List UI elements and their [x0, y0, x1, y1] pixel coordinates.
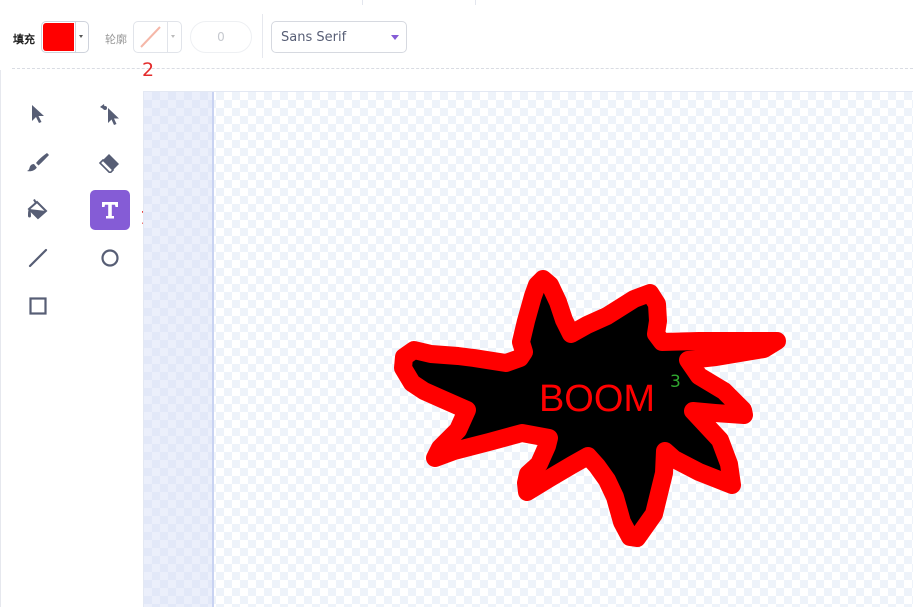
- chevron-down-icon: [391, 35, 399, 40]
- text-icon: [102, 202, 118, 219]
- top-tick: [475, 0, 476, 5]
- tool-eraser[interactable]: [90, 142, 130, 182]
- tool-circle[interactable]: [90, 238, 130, 278]
- reshape-icon: [100, 104, 119, 125]
- tool-rectangle[interactable]: [18, 286, 58, 326]
- no-color-icon: [140, 26, 161, 48]
- tool-line[interactable]: [18, 238, 58, 278]
- swatch-divider: [75, 22, 76, 52]
- top-tick: [362, 0, 363, 5]
- tool-text[interactable]: [90, 190, 130, 230]
- fill-bucket-icon: [27, 199, 48, 220]
- swatch-divider: [167, 22, 168, 52]
- fill-color-picker[interactable]: [41, 21, 89, 53]
- chevron-down-icon[interactable]: [79, 35, 83, 38]
- tool-select[interactable]: [18, 94, 58, 134]
- rectangle-icon: [29, 297, 47, 315]
- arrow-select-icon: [32, 105, 44, 123]
- circle-icon: [101, 249, 119, 267]
- outline-none-swatch[interactable]: [135, 23, 166, 51]
- outline-color-picker[interactable]: [133, 21, 182, 53]
- outline-label: 轮廓: [105, 33, 127, 46]
- brush-icon: [27, 153, 49, 172]
- tool-reshape[interactable]: [90, 94, 130, 134]
- chevron-down-icon[interactable]: [171, 35, 175, 38]
- line-icon: [28, 248, 48, 268]
- boom-burst-shape[interactable]: BOOM 3: [144, 92, 913, 607]
- toolbar-divider: [262, 14, 263, 58]
- font-select[interactable]: Sans Serif: [271, 21, 407, 53]
- eraser-icon: [98, 154, 119, 173]
- tool-brush[interactable]: [18, 142, 58, 182]
- boom-text[interactable]: BOOM: [539, 378, 655, 420]
- drawing-canvas[interactable]: BOOM 3: [143, 91, 913, 607]
- outline-width-input[interactable]: 0: [190, 21, 252, 53]
- panel-edge: [0, 70, 1, 607]
- tool-fill[interactable]: [18, 190, 58, 230]
- annotation-marker-3: 3: [670, 372, 681, 392]
- fill-label: 填充: [13, 33, 35, 46]
- font-select-value: Sans Serif: [281, 30, 347, 45]
- annotation-marker-2: 2: [142, 59, 155, 81]
- fill-color-swatch[interactable]: [43, 23, 74, 51]
